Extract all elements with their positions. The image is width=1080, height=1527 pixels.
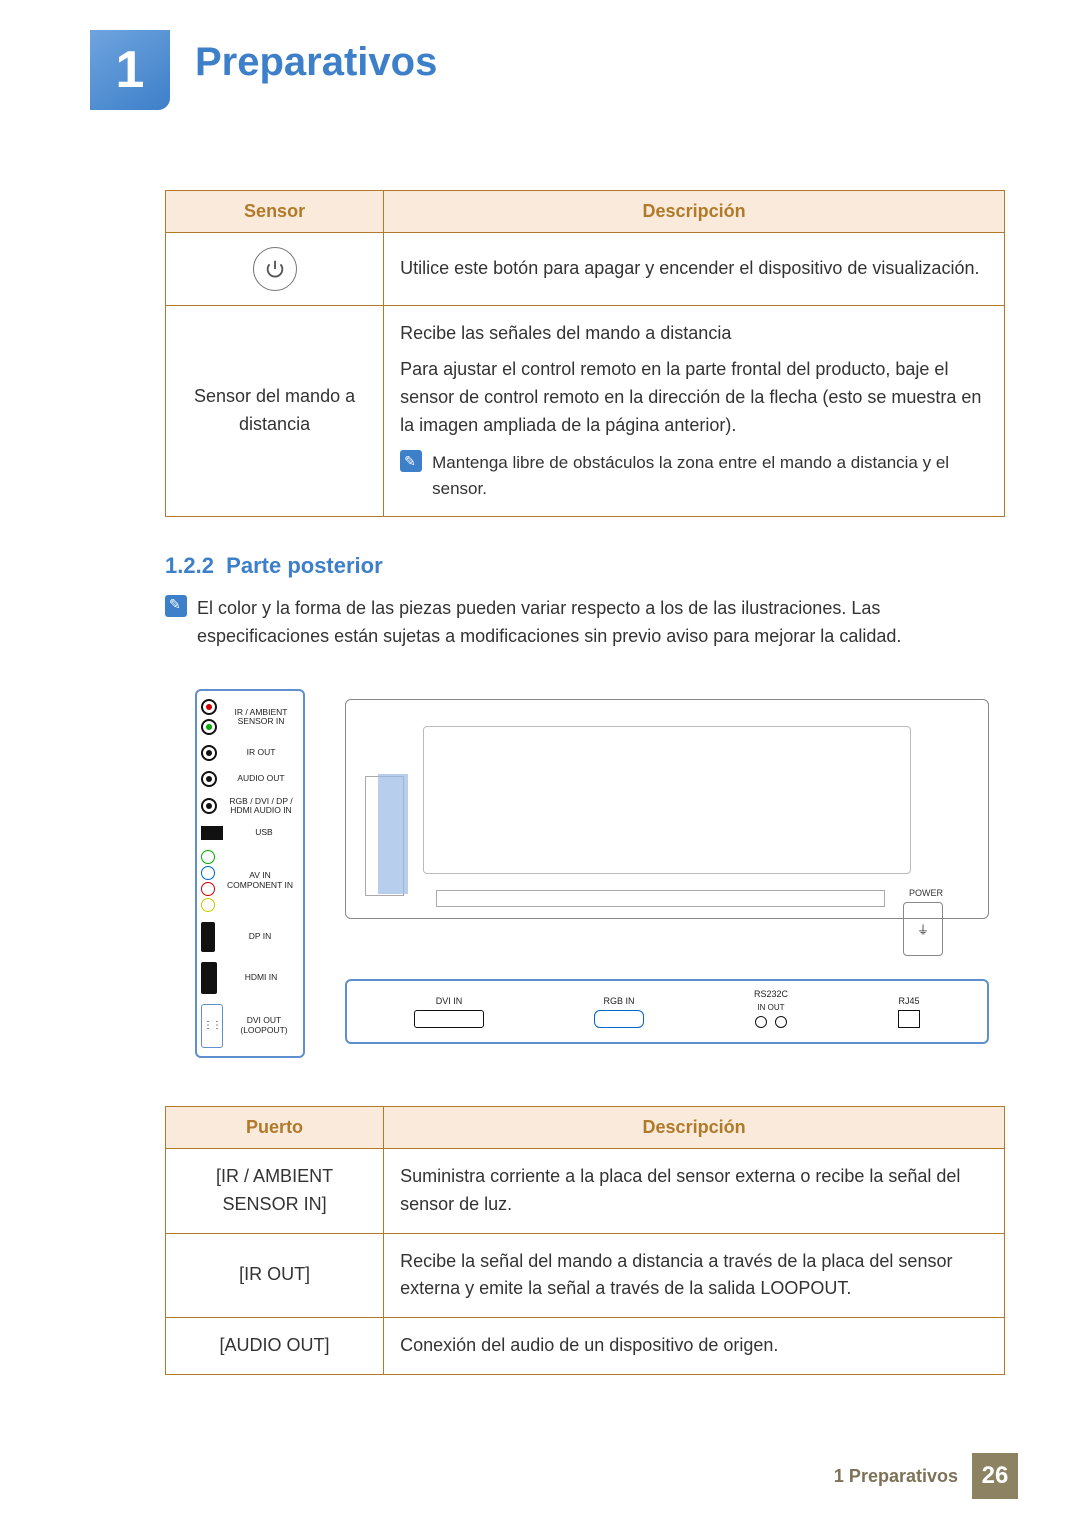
power-icon	[253, 247, 297, 291]
page-footer: 1 Preparativos 26	[834, 1453, 1018, 1499]
remote-sensor-label: Sensor del mando a distancia	[166, 306, 384, 517]
rs232c-sub-label: IN OUT	[757, 1003, 784, 1012]
dp-in-label: DP IN	[221, 932, 299, 941]
ir-ambient-jack-icon	[201, 699, 217, 715]
power-connector-icon: ⏚	[903, 902, 943, 956]
ir-out-label: IR OUT	[223, 748, 299, 757]
rs232c-label: RS232C	[754, 989, 788, 999]
remote-desc-2: Para ajustar el control remoto en la par…	[400, 356, 988, 440]
table-row: Utilice este botón para apagar y encende…	[166, 233, 1005, 306]
power-desc: Utilice este botón para apagar y encende…	[384, 233, 1005, 306]
port-header: Puerto	[166, 1106, 384, 1148]
port-desc: Conexión del audio de un dispositivo de …	[384, 1318, 1005, 1375]
dvi-out-label: DVI OUT (LOOPOUT)	[229, 1016, 299, 1035]
rs232c-out-icon	[775, 1016, 787, 1028]
power-label: POWER	[909, 888, 943, 898]
usb-label: USB	[229, 828, 299, 837]
table-row: [AUDIO OUT] Conexión del audio de un dis…	[166, 1318, 1005, 1375]
monitor-rear-illustration: POWER ⏚	[345, 699, 989, 919]
port-desc: Suministra corriente a la placa del sens…	[384, 1148, 1005, 1233]
rj45-label: RJ45	[898, 996, 919, 1006]
horizontal-port-panel: DVI IN RGB IN RS232C IN OUT RJ45	[345, 979, 989, 1044]
rgb-in-label: RGB IN	[603, 996, 634, 1006]
section-number: 1.2.2	[165, 553, 214, 578]
remote-note: Mantenga libre de obstáculos la zona ent…	[432, 450, 988, 503]
rgb-in-port-icon	[594, 1010, 644, 1028]
section-title: Parte posterior	[226, 553, 383, 578]
hdmi-in-label: HDMI IN	[223, 973, 299, 982]
av-component-jacks-icon	[201, 850, 215, 912]
callout-highlight	[378, 774, 408, 894]
sensor-header: Sensor	[166, 191, 384, 233]
table-row: Sensor del mando a distancia Recibe las …	[166, 306, 1005, 517]
audio-in-jack-icon	[201, 798, 217, 814]
note-icon	[400, 450, 422, 472]
dp-in-port-icon	[201, 922, 215, 952]
port-desc: Recibe la señal del mando a distancia a …	[384, 1233, 1005, 1318]
hdmi-in-port-icon	[201, 962, 217, 994]
intro-note-text: El color y la forma de las piezas pueden…	[197, 595, 1005, 651]
dvi-out-port-icon	[201, 1004, 223, 1048]
vertical-port-panel: IR / AMBIENT SENSOR IN IR OUT AUDIO OUT …	[195, 689, 305, 1058]
port-name: [IR / AMBIENT SENSOR IN]	[166, 1148, 384, 1233]
table-row: [IR / AMBIENT SENSOR IN] Suministra corr…	[166, 1148, 1005, 1233]
ir-ambient-label: IR / AMBIENT SENSOR IN	[223, 708, 299, 727]
remote-desc-1: Recibe las señales del mando a distancia	[400, 320, 988, 348]
component-label: COMPONENT IN	[227, 880, 293, 890]
rear-diagram: IR / AMBIENT SENSOR IN IR OUT AUDIO OUT …	[165, 671, 1005, 1082]
chapter-number: 1	[116, 40, 145, 100]
port-name: [IR OUT]	[166, 1233, 384, 1318]
port-name: [AUDIO OUT]	[166, 1318, 384, 1375]
dvi-in-label: DVI IN	[436, 996, 463, 1006]
audio-out-label: AUDIO OUT	[223, 774, 299, 783]
rs232c-in-icon	[755, 1016, 767, 1028]
section-heading: 1.2.2 Parte posterior	[165, 553, 1005, 579]
dvi-in-port-icon	[414, 1010, 484, 1028]
ir-out-jack-icon	[201, 745, 217, 761]
audio-in-label: RGB / DVI / DP / HDMI AUDIO IN	[223, 797, 299, 816]
table-row: [IR OUT] Recibe la señal del mando a dis…	[166, 1233, 1005, 1318]
ir-ambient-jack-icon	[201, 719, 217, 735]
note-icon	[165, 595, 187, 617]
description-header: Descripción	[384, 191, 1005, 233]
port-table: Puerto Descripción [IR / AMBIENT SENSOR …	[165, 1106, 1005, 1375]
rj45-port-icon	[898, 1010, 920, 1028]
audio-out-jack-icon	[201, 771, 217, 787]
footer-text: 1 Preparativos	[834, 1466, 958, 1487]
sensor-table: Sensor Descripción Utilice este botón pa…	[165, 190, 1005, 517]
page-number: 26	[972, 1453, 1018, 1499]
port-desc-header: Descripción	[384, 1106, 1005, 1148]
chapter-number-tab: 1	[90, 30, 170, 110]
chapter-title: Preparativos	[195, 40, 437, 85]
usb-port-icon	[201, 826, 223, 840]
